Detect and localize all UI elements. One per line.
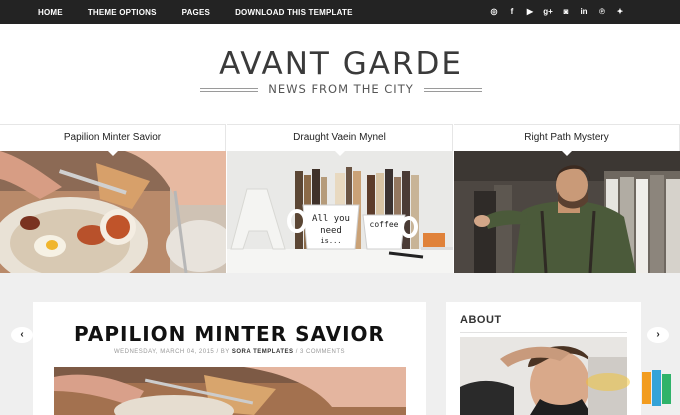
slide-title-bar: Right Path Mystery [454,124,680,156]
tagline-row: NEWS FROM THE CITY [196,81,486,97]
nav-theme-options[interactable]: THEME OPTIONS [88,8,157,17]
post-title[interactable]: PAPILION MINTER SAVIOR [33,322,426,346]
tagline-divider-left [200,88,258,89]
tagline-divider-right [424,88,482,89]
site-tagline: NEWS FROM THE CITY [268,82,414,96]
post-comments-link[interactable]: / 3 COMMENTS [296,349,345,355]
post-date: WEDNESDAY, MARCH 04, 2015 [113,349,215,355]
watermark-logo [578,366,680,415]
svg-text:All you: All you [312,214,350,224]
dribbble-icon[interactable]: ◎ [490,8,498,16]
slide-title-notch [333,150,346,156]
tagline-divider-left-2 [200,91,258,92]
svg-text:need: need [320,226,342,236]
social-links: ◎ f ▶ g+ ◙ in ℗ ✦ [490,0,624,24]
pinterest-icon[interactable]: ℗ [598,8,606,16]
slide-image-mugs[interactable]: All you need is... coffee [227,151,453,273]
slider-prev-button[interactable]: ‹ [11,327,33,343]
facebook-icon[interactable]: f [508,8,516,16]
featured-slider: Papilion Minter Savior Draught Vaein Myn… [0,124,680,343]
slide-title-bar: Draught Vaein Mynel [227,124,453,156]
nav-pages[interactable]: PAGES [182,8,210,17]
nav-home[interactable]: HOME [38,8,63,17]
about-widget-divider [460,332,627,333]
slide-title: Draught Vaein Mynel [293,132,386,143]
slide-3[interactable]: Right Path Mystery [454,124,680,273]
site-header: AVANT GARDE NEWS FROM THE CITY [0,24,680,124]
slider-next-button[interactable]: › [647,327,669,343]
google-plus-icon[interactable]: g+ [543,8,553,16]
svg-text:is...: is... [320,237,341,245]
svg-text:coffee: coffee [370,220,399,229]
slide-1[interactable]: Papilion Minter Savior [0,124,226,273]
youtube-icon[interactable]: ▶ [526,8,534,16]
twitter-icon[interactable]: ✦ [616,8,624,16]
linkedin-icon[interactable]: in [580,8,588,16]
tagline-divider-right-2 [424,91,482,92]
about-widget-title: ABOUT [460,314,502,326]
site-logo[interactable]: AVANT GARDE NEWS FROM THE CITY [196,47,486,97]
slide-title-bar: Papilion Minter Savior [0,124,226,156]
post-meta: WEDNESDAY, MARCH 04, 2015 / BY SORA TEMP… [33,349,426,355]
slide-image-food[interactable] [0,151,226,273]
post-by: / BY [216,349,230,355]
top-navbar: HOME THEME OPTIONS PAGES DOWNLOAD THIS T… [0,0,680,24]
nav-download-template[interactable]: DOWNLOAD THIS TEMPLATE [235,8,353,17]
featured-post: PAPILION MINTER SAVIOR WEDNESDAY, MARCH … [33,302,426,415]
slide-title: Papilion Minter Savior [63,132,162,143]
slide-2[interactable]: Draught Vaein Mynel All you need is... c… [227,124,453,273]
slide-title-notch [106,150,119,156]
site-title: AVANT GARDE [219,46,463,82]
slide-image-menswear[interactable] [454,151,680,273]
slide-title-notch [560,150,573,156]
post-thumbnail[interactable] [54,367,406,415]
slide-title: Right Path Mystery [524,132,609,143]
post-author-link[interactable]: SORA TEMPLATES [232,349,294,355]
instagram-icon[interactable]: ◙ [562,8,570,16]
main-nav: HOME THEME OPTIONS PAGES DOWNLOAD THIS T… [38,0,378,24]
